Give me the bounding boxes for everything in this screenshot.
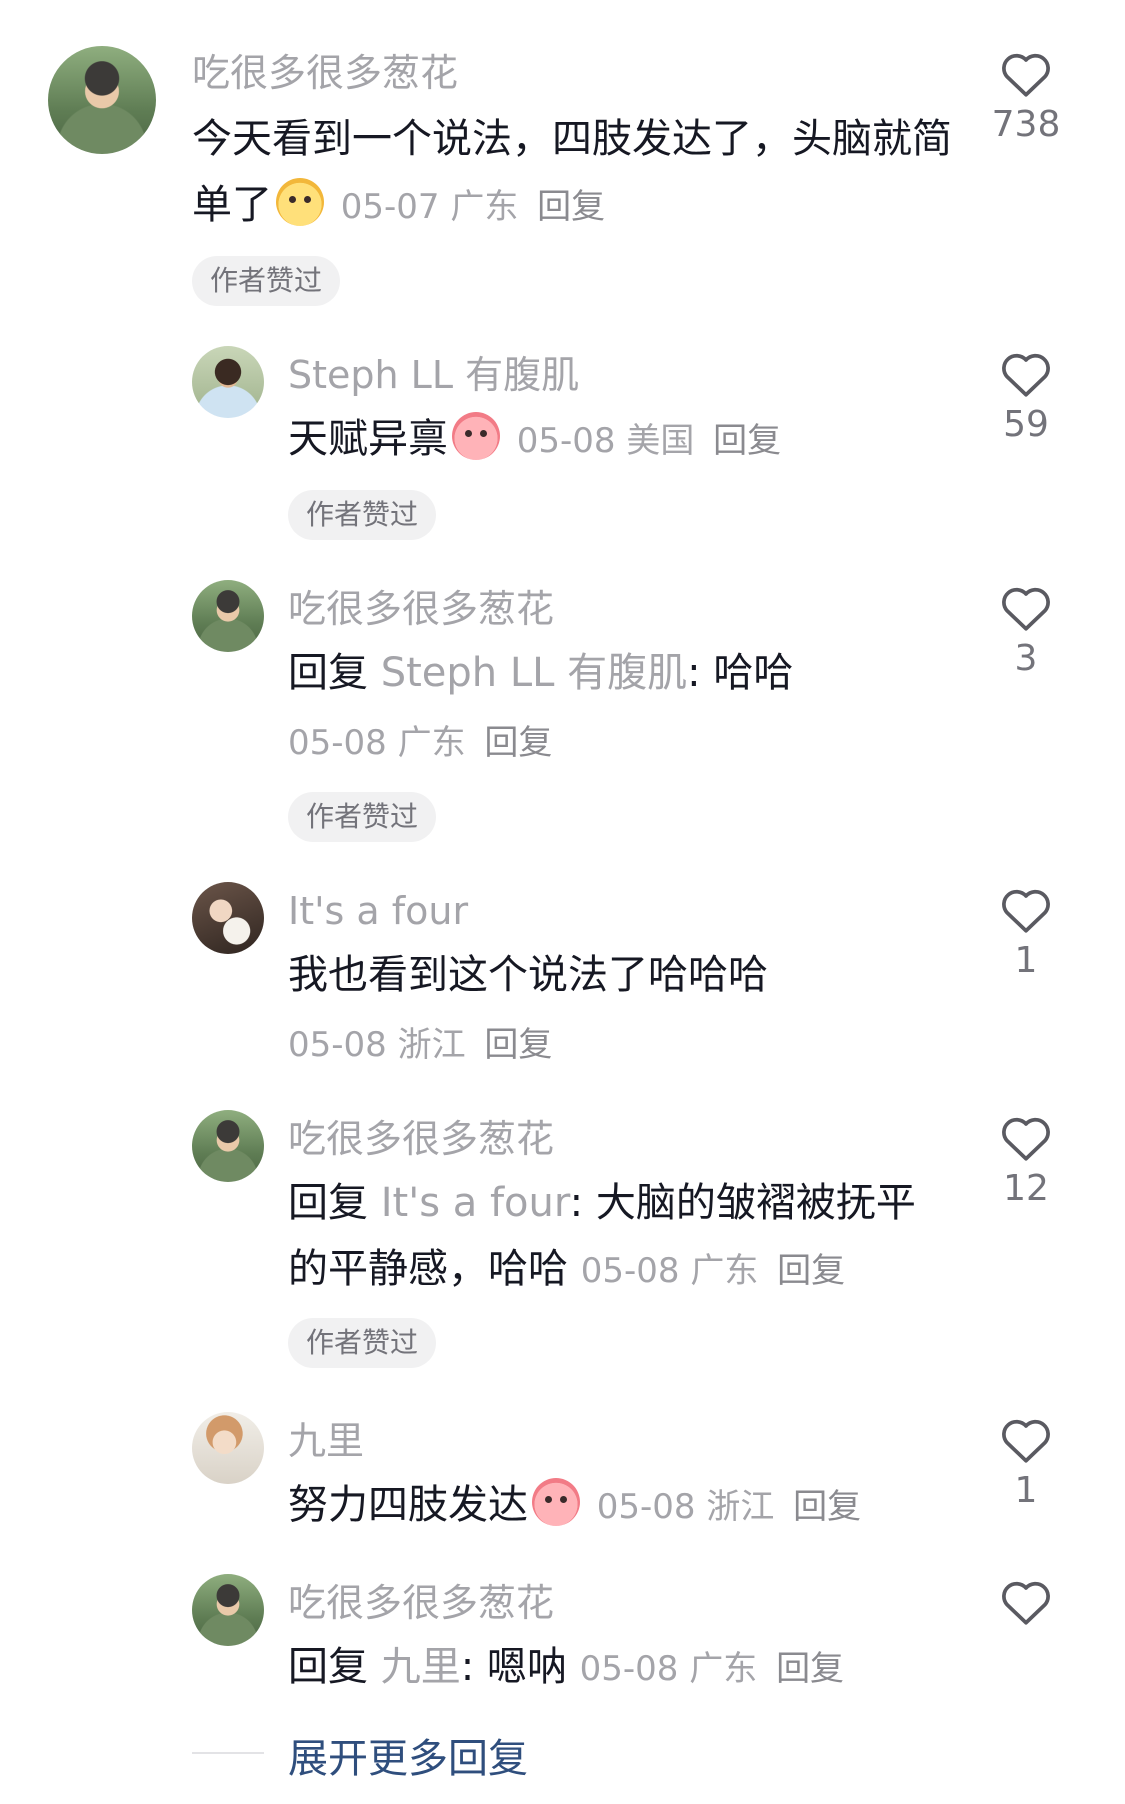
author-liked-badge: 作者赞过 xyxy=(288,1318,437,1368)
like-button[interactable]: 12 xyxy=(985,1114,1067,1212)
reply-prefix: 回复 xyxy=(288,1180,368,1226)
heart-icon xyxy=(1002,1419,1050,1463)
heart-icon xyxy=(1002,1117,1050,1161)
author-liked-badge: 作者赞过 xyxy=(288,490,437,540)
comment-text-line2: 的平静感，哈哈 05-08 广东 回复 xyxy=(288,1236,968,1304)
comment-text: 努力四肢发达 05-08 浙江 回复 xyxy=(288,1472,968,1540)
reply-button[interactable]: 回复 xyxy=(537,187,605,227)
expand-more-label[interactable]: 展开更多回复 xyxy=(288,1726,528,1784)
reply-target-username[interactable]: Steph LL 有腹肌 xyxy=(381,650,687,696)
comment-body: 嗯呐 xyxy=(486,1644,567,1690)
avatar[interactable] xyxy=(192,1412,264,1484)
comment-location: 浙江 xyxy=(397,1025,466,1065)
reply-item: 吃很多很多葱花 回复 Steph LL 有腹肌: 哈哈 05-08 广东 回复 … xyxy=(0,574,1125,844)
comment-body: 哈哈 xyxy=(713,650,794,696)
reply-prefix: 回复 xyxy=(288,1644,368,1690)
comment-date: 05-07 xyxy=(340,187,440,227)
comment-username[interactable]: 吃很多很多葱花 xyxy=(288,1580,554,1626)
comment-date: 05-08 xyxy=(288,723,387,763)
reply-button[interactable]: 回复 xyxy=(713,421,781,461)
yellow-face-emoji xyxy=(276,178,324,226)
reply-button[interactable]: 回复 xyxy=(484,1025,552,1065)
reply-button[interactable]: 回复 xyxy=(776,1649,844,1689)
like-count: 3 xyxy=(1014,638,1038,679)
crying-face-emoji xyxy=(452,412,500,460)
divider-line xyxy=(192,1752,264,1754)
comment-body: 的平静感，哈哈 xyxy=(288,1246,568,1292)
reply-item: 九里 努力四肢发达 05-08 浙江 回复 1 xyxy=(0,1406,1125,1546)
like-button[interactable]: 738 xyxy=(985,50,1067,148)
comment-meta: 05-08 美国 回复 xyxy=(517,421,781,461)
reply-target-username[interactable]: 九里 xyxy=(381,1644,461,1690)
like-count: 1 xyxy=(1014,940,1038,981)
like-count: 738 xyxy=(991,104,1061,145)
comment-meta: 05-07 广东 回复 xyxy=(341,187,605,227)
comment-location: 浙江 xyxy=(706,1487,775,1527)
comment-location: 广东 xyxy=(450,187,519,227)
like-count: 12 xyxy=(1003,1168,1049,1209)
avatar[interactable] xyxy=(192,1110,264,1182)
reply-button[interactable]: 回复 xyxy=(793,1487,861,1527)
reply-button[interactable]: 回复 xyxy=(484,723,552,763)
avatar[interactable] xyxy=(192,580,264,652)
comment-meta: 05-08 广东 回复 xyxy=(288,710,552,776)
reply-button[interactable]: 回复 xyxy=(777,1251,845,1291)
comment-username[interactable]: 吃很多很多葱花 xyxy=(288,1116,554,1162)
comment-text: 今天看到一个说法，四肢发达了，头脑就简单了 05-07 广东 回复 xyxy=(192,106,952,240)
like-button[interactable]: 59 xyxy=(985,350,1067,448)
comment-text: 回复 It's a four: 大脑的皱褶被抚平 xyxy=(288,1180,916,1226)
comment-text: 回复 Steph LL 有腹肌: 哈哈 xyxy=(288,650,794,696)
comment-body: 努力四肢发达 xyxy=(288,1482,528,1528)
heart-icon xyxy=(1002,353,1050,397)
comment-username[interactable]: It's a four xyxy=(288,888,468,934)
comment-item: 吃很多很多葱花 今天看到一个说法，四肢发达了，头脑就简单了 05-07 广东 回… xyxy=(0,0,1125,306)
heart-icon xyxy=(1002,53,1050,97)
comment-text: 我也看到这个说法了哈哈哈 xyxy=(288,942,968,1008)
like-button[interactable] xyxy=(985,1578,1067,1630)
comment-meta: 05-08 广东 回复 xyxy=(580,1649,844,1689)
like-button[interactable]: 1 xyxy=(985,886,1067,984)
comment-username[interactable]: 吃很多很多葱花 xyxy=(288,586,554,632)
avatar[interactable] xyxy=(48,46,156,154)
like-button[interactable]: 3 xyxy=(985,584,1067,682)
comment-location: 广东 xyxy=(690,1251,759,1291)
comment-body: 我也看到这个说法了哈哈哈 xyxy=(288,952,768,998)
comment-date: 05-08 xyxy=(579,1649,679,1689)
heart-icon xyxy=(1002,1581,1050,1625)
like-button[interactable]: 1 xyxy=(985,1416,1067,1514)
reply-item: Steph LL 有腹肌 天赋异禀 05-08 美国 回复 作者赞过 59 xyxy=(0,340,1125,550)
comment-meta: 05-08 广东 回复 xyxy=(581,1251,845,1291)
comment-username[interactable]: Steph LL 有腹肌 xyxy=(288,352,579,398)
heart-icon xyxy=(1002,587,1050,631)
comment-date: 05-08 xyxy=(516,421,616,461)
avatar[interactable] xyxy=(192,882,264,954)
reply-prefix: 回复 xyxy=(288,650,368,696)
reply-item: 吃很多很多葱花 回复 九里: 嗯呐 05-08 广东 回复 xyxy=(0,1568,1125,1708)
shocked-face-emoji xyxy=(532,1478,580,1526)
comment-location: 广东 xyxy=(689,1649,758,1689)
reply-item: It's a four 我也看到这个说法了哈哈哈 05-08 浙江 回复 1 xyxy=(0,876,1125,1076)
avatar[interactable] xyxy=(192,346,264,418)
author-liked-badge: 作者赞过 xyxy=(288,792,437,842)
comment-username[interactable]: 九里 xyxy=(288,1418,364,1464)
avatar[interactable] xyxy=(192,1574,264,1646)
comment-meta: 05-08 浙江 回复 xyxy=(597,1487,861,1527)
comment-text: 天赋异禀 05-08 美国 回复 xyxy=(288,406,968,474)
like-count: 1 xyxy=(1014,1470,1038,1511)
comment-date: 05-08 xyxy=(596,1487,696,1527)
comment-username[interactable]: 吃很多很多葱花 xyxy=(192,50,458,96)
reply-target-username[interactable]: It's a four xyxy=(381,1180,570,1226)
comment-date: 05-08 xyxy=(288,1025,387,1065)
comment-location: 美国 xyxy=(626,421,695,461)
comment-location: 广东 xyxy=(397,723,466,763)
author-liked-badge: 作者赞过 xyxy=(192,256,341,306)
reply-item: 吃很多很多葱花 回复 It's a four: 大脑的皱褶被抚平 的平静感，哈哈… xyxy=(0,1104,1125,1380)
comment-body: 天赋异禀 xyxy=(288,416,448,462)
comment-date: 05-08 xyxy=(580,1251,680,1291)
like-count: 59 xyxy=(1003,404,1049,445)
comment-meta: 05-08 浙江 回复 xyxy=(288,1012,552,1078)
heart-icon xyxy=(1002,889,1050,933)
comment-text: 回复 九里: 嗯呐 05-08 广东 回复 xyxy=(288,1644,845,1690)
comment-body: 大脑的皱褶被抚平 xyxy=(595,1180,916,1226)
